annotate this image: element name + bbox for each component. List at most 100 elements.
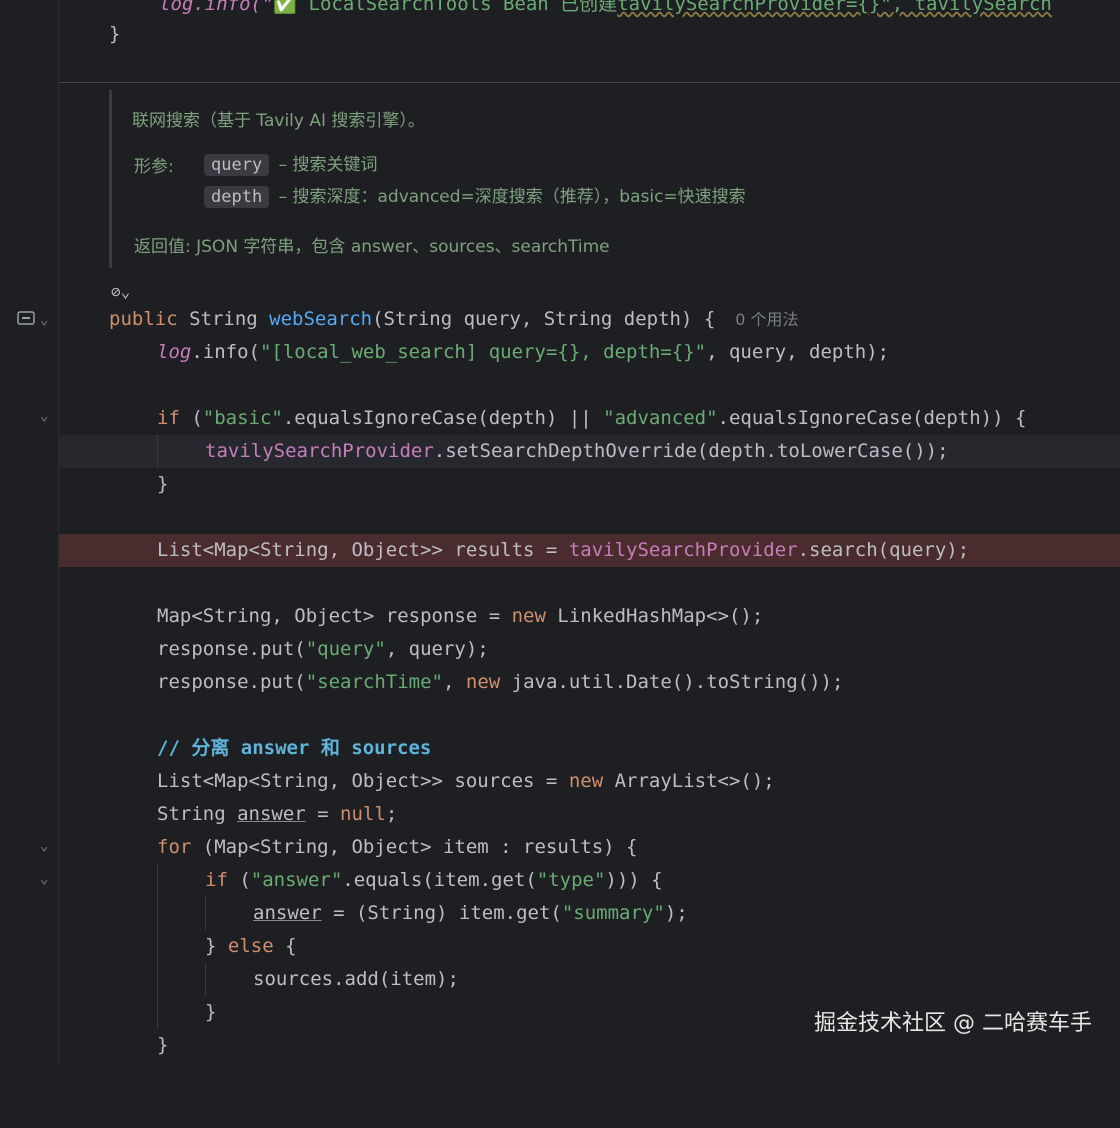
code-line: } xyxy=(59,18,1120,51)
code-text: , query); xyxy=(385,638,489,660)
doc-param-depth: depth – 搜索深度：advanced=深度搜索（推荐），basic=快速搜… xyxy=(204,182,746,208)
string-literal: "summary" xyxy=(561,902,665,924)
code-text: .search(query); xyxy=(797,539,970,561)
code-text: List<Map<String, Object>> results = xyxy=(157,539,569,561)
code-comment: // 分离 answer 和 sources xyxy=(157,737,432,759)
code-text: } xyxy=(205,935,228,957)
string-literal: "type" xyxy=(536,869,606,891)
indent-guide xyxy=(205,897,206,930)
keyword: public xyxy=(109,308,178,330)
doc-param-query: query – 搜索关键词 xyxy=(204,150,378,176)
method-name: webSearch xyxy=(269,308,373,330)
string-literal: "answer" xyxy=(250,869,343,891)
param-desc: – 搜索深度：advanced=深度搜索（推荐），basic=快速搜索 xyxy=(273,187,746,207)
code-line: response.put("query", query); xyxy=(59,633,1120,666)
javadoc-block: 联网搜索（基于 Tavily AI 搜索引擎）。 形参: query – 搜索关… xyxy=(109,90,1112,268)
code-line: // 分离 answer 和 sources xyxy=(59,732,1120,765)
indent-guide xyxy=(205,963,206,996)
keyword: if xyxy=(157,407,180,429)
code-editor[interactable]: log.info("✅ LocalSearchTools Bean 已创建tav… xyxy=(59,0,1120,1063)
variable: answer xyxy=(253,902,322,924)
usages-hint[interactable]: 0 个用法 xyxy=(735,310,798,329)
log-field: log xyxy=(157,341,192,363)
method-separator xyxy=(59,82,1120,83)
code-text: .info( xyxy=(191,341,260,363)
closing-brace: } xyxy=(157,1034,169,1056)
code-text: .equalsIgnoreCase(depth) || xyxy=(282,407,604,429)
code-text: (Map<String, Object> item : results) { xyxy=(191,836,638,858)
keyword: new xyxy=(465,671,501,693)
param-desc: – 搜索关键词 xyxy=(273,155,378,175)
keyword: else xyxy=(227,935,274,957)
code-text: .equals(item.get( xyxy=(342,869,537,891)
code-text: java xyxy=(500,671,558,693)
closing-brace: } xyxy=(205,1001,217,1023)
code-text: Map<String, Object> response = xyxy=(157,605,512,627)
param-chip: query xyxy=(204,154,270,176)
string-literal: "query" xyxy=(305,638,386,660)
code-line: sources.add(item); xyxy=(59,963,1120,996)
code-line: } xyxy=(59,468,1120,501)
toggle-render-icon[interactable]: ⊘⌄ xyxy=(111,282,130,301)
code-line: if ("basic".equalsIgnoreCase(depth) || "… xyxy=(59,402,1120,435)
keyword: for xyxy=(157,836,192,858)
fold-chevron-icon[interactable]: ⌄ xyxy=(40,838,48,854)
log-string-rest: tavilySearchProvider={}", tavilySearch xyxy=(617,0,1052,15)
log-string: LocalSearchTools Bean xyxy=(297,0,561,15)
type: String xyxy=(157,803,238,825)
field-ref: tavilySearchProvider xyxy=(568,539,798,561)
code-line: answer = (String) item.get("summary"); xyxy=(59,897,1120,930)
code-text: response.put( xyxy=(157,671,306,693)
code-text: .setSearchDepthOverride(depth.toLowerCas… xyxy=(433,440,949,462)
keyword: null xyxy=(340,803,386,825)
code-line: if ("answer".equals(item.get("type"))) { xyxy=(59,864,1120,897)
code-text: { xyxy=(273,935,297,957)
code-text: response.put( xyxy=(157,638,306,660)
doc-params-label: 形参: xyxy=(134,157,174,177)
indent-guide xyxy=(157,435,158,468)
watermark: 掘金技术社区 @ 二哈赛车手 xyxy=(814,1011,1092,1036)
closing-brace: } xyxy=(109,23,121,45)
keyword: if xyxy=(205,869,228,891)
code-text: LinkedHashMap<>(); xyxy=(545,605,764,627)
keyword: new xyxy=(511,605,546,627)
code-text: ; xyxy=(385,803,398,825)
code-text: ( xyxy=(227,869,251,891)
param-chip: depth xyxy=(204,186,270,208)
indent-guide xyxy=(157,864,158,1029)
code-text: , query, depth); xyxy=(706,341,890,363)
string-literal: "[local_web_search] query={}, depth={}" xyxy=(259,341,707,363)
string-literal: "advanced" xyxy=(603,407,718,429)
code-line: Map<String, Object> response = new Linke… xyxy=(59,600,1120,633)
code-line: response.put("searchTime", new java.util… xyxy=(157,671,844,693)
code-line: List<Map<String, Object>> results = tavi… xyxy=(59,534,1120,567)
string-literal: "basic" xyxy=(202,407,283,429)
code-line: for (Map<String, Object> item : results)… xyxy=(59,831,1120,864)
code-text: = xyxy=(305,803,341,825)
code-text: List<Map<String, Object>> sources = xyxy=(157,770,569,792)
code-text: ); xyxy=(664,902,688,924)
code-text: ( xyxy=(179,407,203,429)
code-line: public String webSearch(String query, St… xyxy=(59,303,1120,336)
editor-gutter[interactable]: ⌄ ⌄ ⌄ ⌄ xyxy=(0,0,59,1063)
keyword: new xyxy=(568,770,604,792)
check-icon: ✅ xyxy=(273,0,298,15)
string-literal: "searchTime" xyxy=(305,671,443,693)
type: String xyxy=(177,308,270,330)
code-line: String answer = null; xyxy=(59,798,1120,831)
log-string-cn: 已创建 xyxy=(560,0,618,15)
code-text: sources.add(item); xyxy=(253,968,459,990)
fold-chevron-icon[interactable]: ⌄ xyxy=(40,408,48,424)
field-ref: tavilySearchProvider xyxy=(205,440,434,462)
code-text: ))) { xyxy=(605,869,663,891)
method-bookmark-icon[interactable] xyxy=(17,311,35,329)
closing-brace: } xyxy=(157,473,169,495)
code-text: = (String) item.get( xyxy=(321,902,562,924)
doc-summary: 联网搜索（基于 Tavily AI 搜索引擎）。 xyxy=(132,111,425,131)
code-line: List<Map<String, Object>> sources = new … xyxy=(59,765,1120,798)
fold-chevron-icon[interactable]: ⌄ xyxy=(40,871,48,887)
signature: (String query, String depth) { xyxy=(372,308,716,330)
code-line: log.info("[local_web_search] query={}, d… xyxy=(59,336,1120,369)
code-line: } else { xyxy=(59,930,1120,963)
fold-chevron-icon[interactable]: ⌄ xyxy=(40,312,48,328)
